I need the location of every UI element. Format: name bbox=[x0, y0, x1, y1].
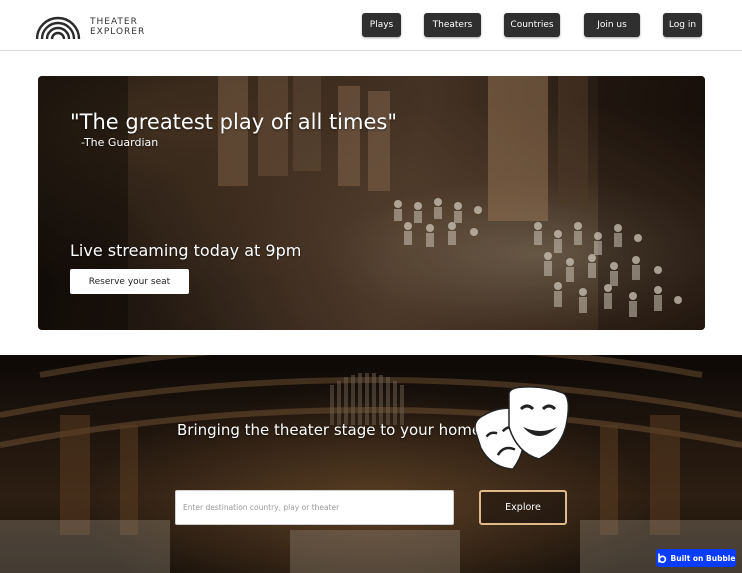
logo-text: THEATER EXPLORER bbox=[90, 17, 145, 37]
nav-log-in-button[interactable]: Log in bbox=[663, 13, 702, 37]
logo-line-1: THEATER bbox=[90, 17, 138, 27]
hero-quote: "The greatest play of all times" bbox=[70, 110, 397, 134]
nav-join-us-button[interactable]: Join us bbox=[584, 13, 640, 37]
reserve-seat-button[interactable]: Reserve your seat bbox=[70, 269, 189, 294]
rainbow-arches-icon bbox=[35, 16, 81, 40]
site-header: THEATER EXPLORER Plays Theaters Countrie… bbox=[0, 0, 742, 51]
section-tagline: Bringing the theater stage to your home! bbox=[177, 421, 488, 439]
theater-masks-icon bbox=[474, 386, 570, 470]
destination-search-input[interactable] bbox=[175, 490, 454, 525]
discover-section: Bringing the theater stage to your home!… bbox=[0, 355, 742, 573]
hero-banner: "The greatest play of all times" -The Gu… bbox=[38, 76, 705, 330]
nav-countries-button[interactable]: Countries bbox=[504, 13, 560, 37]
logo-line-2: EXPLORER bbox=[90, 27, 146, 37]
bubble-logo-icon bbox=[657, 553, 666, 563]
nav-plays-button[interactable]: Plays bbox=[362, 13, 401, 37]
nav-theaters-button[interactable]: Theaters bbox=[424, 13, 481, 37]
badge-label: Built on Bubble bbox=[670, 553, 736, 563]
concert-hall-background-image bbox=[0, 355, 742, 573]
site-logo[interactable]: THEATER EXPLORER bbox=[35, 10, 145, 42]
hero-quote-source: -The Guardian bbox=[81, 136, 159, 149]
explore-button[interactable]: Explore bbox=[479, 490, 567, 525]
live-stream-heading: Live streaming today at 9pm bbox=[70, 241, 302, 260]
built-on-bubble-badge[interactable]: Built on Bubble bbox=[656, 549, 736, 567]
